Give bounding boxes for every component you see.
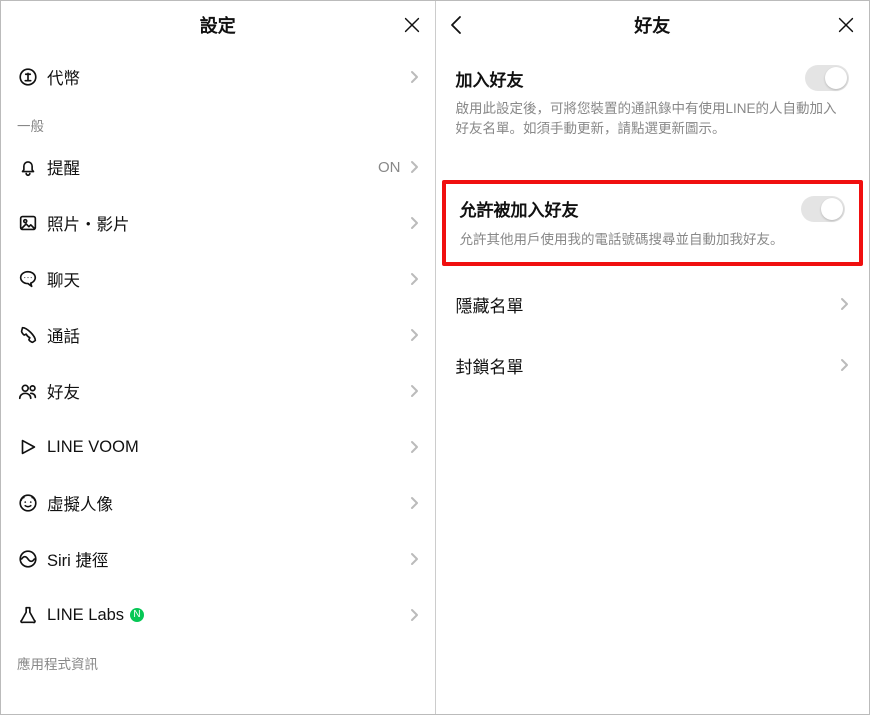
friends-icon (17, 380, 47, 402)
avatar-icon (17, 492, 47, 514)
friends-title: 好友 (634, 12, 670, 38)
row-labs[interactable]: LINE LabsN (1, 587, 435, 643)
phone-icon (17, 324, 47, 346)
row-coins[interactable]: 代幣 (1, 49, 435, 105)
row-label: 提醒 (47, 155, 378, 179)
auto-add-desc: 啟用此設定後，可將您裝置的通訊錄中有使用LINE的人自動加入好友名單。如須手動更… (456, 99, 850, 140)
row-label: 虛擬人像 (47, 491, 409, 515)
row-label: 聊天 (47, 267, 409, 291)
chevron-right-icon (409, 160, 419, 174)
row-blocked-list[interactable]: 封鎖名單 (436, 335, 870, 396)
row-label: LINE VOOM (47, 438, 409, 457)
coins-icon (17, 66, 47, 88)
row-label: 代幣 (47, 65, 409, 89)
bell-icon (17, 156, 47, 178)
chevron-right-icon (409, 328, 419, 342)
row-label: Siri 捷徑 (47, 547, 409, 571)
chevron-right-icon (409, 496, 419, 510)
auto-add-title: 加入好友 (456, 66, 524, 91)
row-voom[interactable]: LINE VOOM (1, 419, 435, 475)
settings-list: 代幣 一般 提醒 ON 照片・影片 (1, 49, 435, 714)
row-value: ON (378, 159, 401, 176)
row-label: 封鎖名單 (456, 353, 524, 378)
section-appinfo: 應用程式資訊 (1, 643, 435, 677)
friends-content: 加入好友 啟用此設定後，可將您裝置的通訊錄中有使用LINE的人自動加入好友名單。… (436, 49, 870, 714)
friends-panel: 好友 加入好友 啟用此設定後，可將您裝置的通訊錄中有使用LINE的人自動加入好友… (436, 1, 870, 714)
auto-add-friends: 加入好友 啟用此設定後，可將您裝置的通訊錄中有使用LINE的人自動加入好友名單。… (436, 49, 870, 156)
row-calls[interactable]: 通話 (1, 307, 435, 363)
chevron-right-icon (409, 216, 419, 230)
row-avatar[interactable]: 虛擬人像 (1, 475, 435, 531)
settings-title: 設定 (200, 12, 236, 38)
settings-header: 設定 (1, 1, 435, 49)
row-friends[interactable]: 好友 (1, 363, 435, 419)
chevron-right-icon (839, 297, 849, 311)
row-label: 隱藏名單 (456, 292, 524, 317)
new-badge: N (130, 608, 144, 622)
chevron-right-icon (409, 552, 419, 566)
allow-add-highlight: 允許被加入好友 允許其他用戶使用我的電話號碼搜尋並自動加我好友。 (442, 180, 864, 266)
friends-header: 好友 (436, 1, 870, 49)
close-icon[interactable] (401, 14, 423, 36)
row-label: 照片・影片 (47, 211, 409, 235)
auto-add-toggle[interactable] (805, 65, 849, 91)
row-hidden-list[interactable]: 隱藏名單 (436, 274, 870, 335)
row-label: 通話 (47, 323, 409, 347)
chevron-right-icon (409, 440, 419, 454)
allow-others-add: 允許被加入好友 允許其他用戶使用我的電話號碼搜尋並自動加我好友。 (446, 184, 860, 262)
back-icon[interactable] (448, 14, 466, 36)
row-siri[interactable]: Siri 捷徑 (1, 531, 435, 587)
chevron-right-icon (409, 272, 419, 286)
chevron-right-icon (409, 608, 419, 622)
row-notifications[interactable]: 提醒 ON (1, 139, 435, 195)
chevron-right-icon (409, 384, 419, 398)
row-chats[interactable]: 聊天 (1, 251, 435, 307)
settings-panel: 設定 代幣 一般 提醒 ON (1, 1, 436, 714)
allow-add-title: 允許被加入好友 (460, 196, 579, 221)
play-icon (17, 436, 47, 458)
photo-icon (17, 212, 47, 234)
chevron-right-icon (409, 70, 419, 84)
allow-add-desc: 允許其他用戶使用我的電話號碼搜尋並自動加我好友。 (460, 230, 846, 250)
row-photos-videos[interactable]: 照片・影片 (1, 195, 435, 251)
chevron-right-icon (839, 358, 849, 372)
section-general: 一般 (1, 105, 435, 139)
row-label: 好友 (47, 379, 409, 403)
siri-icon (17, 548, 47, 570)
row-label: LINE LabsN (47, 606, 409, 625)
allow-add-toggle[interactable] (801, 196, 845, 222)
chat-icon (17, 268, 47, 290)
flask-icon (17, 604, 47, 626)
close-icon[interactable] (835, 14, 857, 36)
